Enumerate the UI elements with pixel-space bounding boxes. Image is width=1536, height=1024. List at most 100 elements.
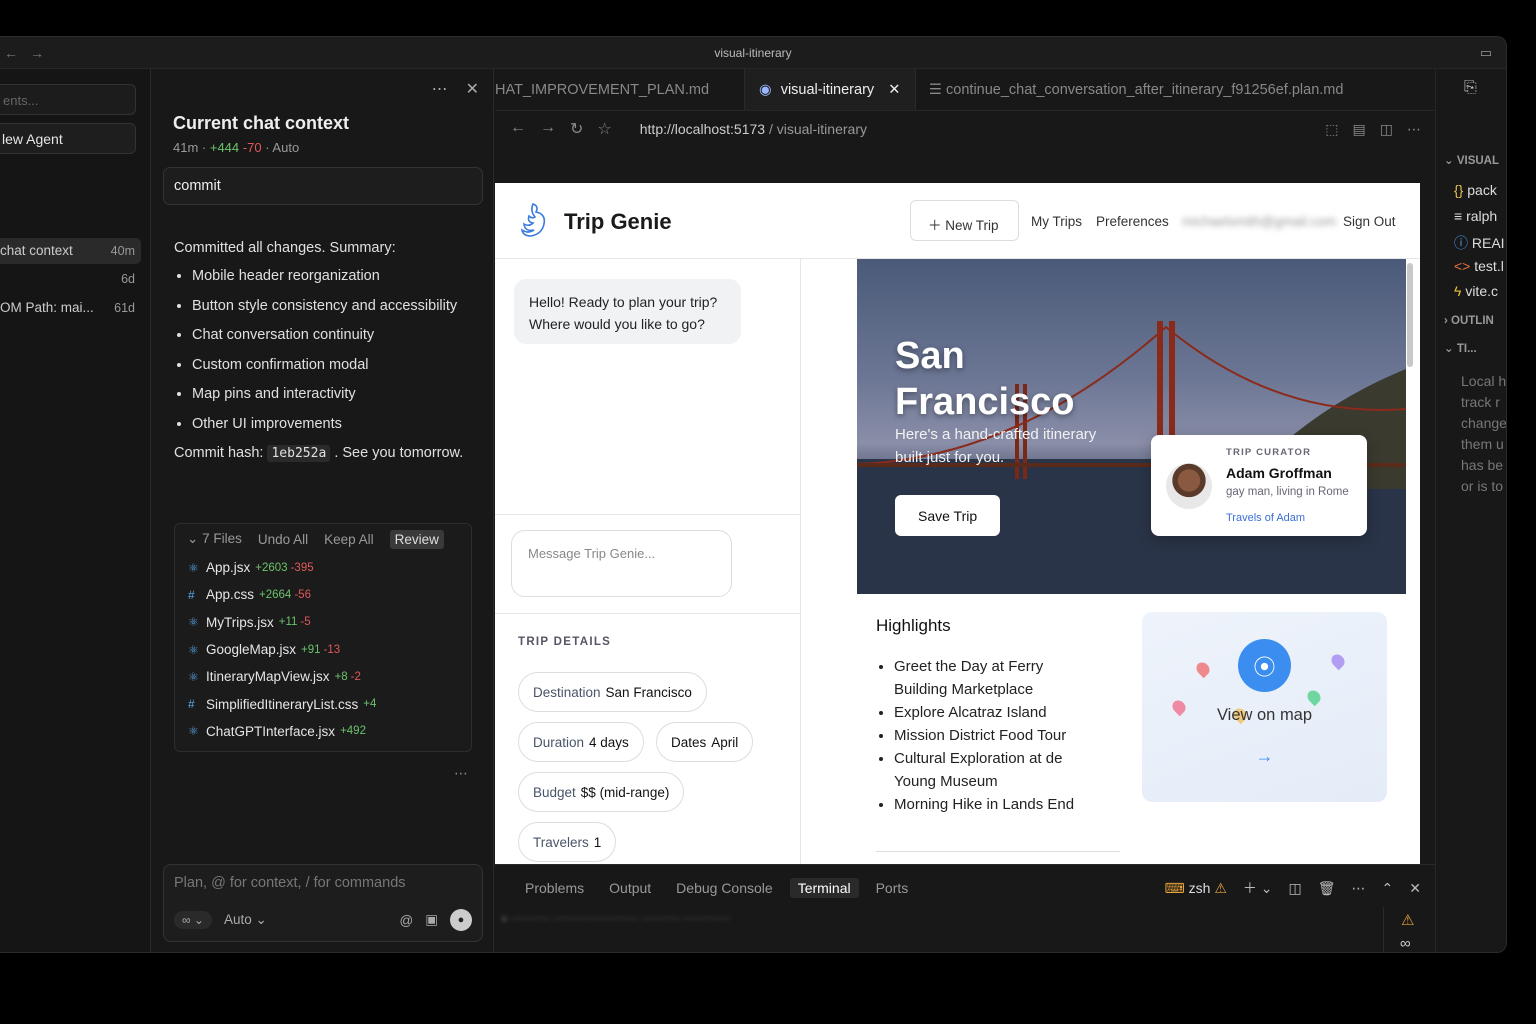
scrollbar[interactable] — [1407, 263, 1413, 367]
message-more-icon[interactable]: ⋯ — [454, 765, 468, 782]
file-item-vite[interactable]: ϟ vite.c — [1454, 283, 1498, 299]
undo-all-button[interactable]: Undo All — [258, 532, 308, 547]
tab-visual-itinerary[interactable]: ◉ visual-itinerary ✕ — [744, 69, 916, 110]
file-row[interactable]: ⚛ App.jsx +2603 -395 — [175, 554, 471, 581]
assistant-response: Committed all changes. Summary: Mobile h… — [174, 237, 474, 465]
terminal-shell[interactable]: ⌨ zsh ⚠ — [1165, 880, 1227, 897]
file-row[interactable]: ⚛ ChatGPTInterface.jsx +492 — [175, 718, 471, 745]
tab-problems[interactable]: Problems — [517, 878, 592, 898]
bookmark-star-icon[interactable]: ☆ — [597, 119, 611, 139]
file-row[interactable]: # App.css +2664 -56 — [175, 581, 471, 608]
infinity-icon[interactable]: ∞ — [1400, 935, 1411, 952]
file-item-readme[interactable]: ⓘ REAI — [1454, 233, 1505, 253]
chat-composer[interactable]: Plan, @ for context, / for commands ∞ ⌄ … — [163, 864, 483, 942]
chat-title: Current chat context — [173, 113, 350, 133]
console-icon[interactable]: ▤ — [1353, 121, 1366, 138]
hero-title: San Francisco — [895, 335, 1075, 423]
explorer-section-visual[interactable]: ⌄ VISUAL — [1444, 153, 1499, 167]
agent-item-dom-path[interactable]: OM Path: mai... 61d — [0, 295, 141, 321]
my-trips-link[interactable]: My Trips — [1031, 214, 1082, 229]
agent-item[interactable]: 6d — [0, 266, 141, 292]
mode-select[interactable]: Auto ⌄ — [224, 912, 267, 928]
agents-search-input[interactable]: ents... — [0, 84, 136, 115]
file-row[interactable]: ⚛ MyTrips.jsx +11 -5 — [175, 609, 471, 636]
react-icon: ⚛ — [188, 615, 199, 630]
curator-card[interactable]: TRIP CURATOR Adam Groffman gay man, livi… — [1151, 435, 1367, 536]
preferences-link[interactable]: Preferences — [1096, 214, 1169, 229]
tab-improvement-plan[interactable]: HAT_IMPROVEMENT_PLAN.md — [495, 69, 743, 110]
inspect-icon[interactable]: ⬚ — [1325, 121, 1338, 138]
globe-icon: ◉ — [759, 82, 772, 98]
avatar — [1166, 463, 1212, 509]
file-item-package[interactable]: {} pack — [1454, 182, 1497, 198]
url-bar[interactable]: http://localhost:5173 / visual-itinerary — [640, 121, 867, 137]
tab-continue-chat-plan[interactable]: ☰ continue_chat_conversation_after_itine… — [929, 69, 1429, 110]
curator-link[interactable]: Travels of Adam — [1226, 512, 1305, 524]
trash-icon[interactable]: 🗑 — [1318, 880, 1336, 897]
back-arrow-icon[interactable]: ← — [4, 45, 18, 61]
at-mention-icon[interactable]: @ — [400, 913, 414, 928]
microphone-icon[interactable]: ● — [450, 909, 472, 931]
agents-sidebar: ents... lew Agent chat context 40m 6d OM… — [0, 69, 151, 952]
detail-chip-budget[interactable]: Budget $$ (mid-range) — [518, 772, 685, 812]
agent-item-chat-context[interactable]: chat context 40m — [0, 238, 141, 264]
warning-icon[interactable]: ⚠ — [1401, 911, 1414, 929]
close-panel-icon[interactable]: ✕ — [1409, 880, 1421, 897]
file-item-test[interactable]: <> test.l — [1454, 258, 1504, 274]
forward-arrow-icon[interactable]: → — [30, 45, 44, 61]
history-nav: ← → — [4, 45, 44, 61]
tab-ports[interactable]: Ports — [868, 878, 917, 898]
user-message[interactable]: commit — [163, 167, 483, 205]
browser-forward-icon[interactable]: → — [540, 119, 556, 139]
outline-section[interactable]: › OUTLIN — [1444, 315, 1494, 327]
message-input[interactable]: Message Trip Genie... — [511, 530, 732, 597]
file-row[interactable]: # SimplifiedItineraryList.css +4 — [175, 690, 471, 717]
view-on-map-card[interactable]: ⦿ View on map → — [1142, 612, 1387, 802]
new-agent-button[interactable]: lew Agent — [0, 123, 136, 154]
split-view-icon[interactable]: ◫ — [1380, 121, 1393, 138]
detail-chip-travelers[interactable]: Travelers 1 — [518, 822, 617, 862]
file-row[interactable]: ⚛ ItineraryMapView.jsx +8 -2 — [175, 663, 471, 690]
file-item-ralph[interactable]: ≡ ralph — [1454, 208, 1497, 224]
maximize-panel-icon[interactable]: ⌃ — [1382, 880, 1394, 897]
file-row[interactable]: ⚛ GoogleMap.jsx +91 -13 — [175, 636, 471, 663]
keep-all-button[interactable]: Keep All — [324, 532, 374, 547]
save-trip-button[interactable]: Save Trip — [895, 495, 1000, 536]
sign-out-link[interactable]: Sign Out — [1343, 214, 1396, 229]
editor-tabs: HAT_IMPROVEMENT_PLAN.md ◉ visual-itinera… — [495, 69, 1435, 111]
layout-toggle-icon[interactable]: ▭ — [1480, 45, 1492, 61]
panel-more-icon[interactable]: ⋯ — [1352, 880, 1366, 897]
tab-output[interactable]: Output — [601, 878, 659, 898]
new-trip-button[interactable]: ＋ New Trip — [910, 200, 1019, 241]
close-icon[interactable]: ✕ — [466, 79, 479, 99]
arrow-right-icon: → — [1255, 746, 1274, 766]
infinity-mode-toggle[interactable]: ∞ ⌄ — [174, 911, 212, 929]
tab-debug-console[interactable]: Debug Console — [668, 878, 781, 898]
tab-close-icon[interactable]: ✕ — [888, 82, 900, 98]
tab-terminal[interactable]: Terminal — [789, 878, 859, 898]
detail-chip-duration[interactable]: Duration 4 days — [518, 722, 644, 762]
timeline-section[interactable]: ⌄ TI... — [1444, 341, 1477, 355]
window-title: visual-itinerary — [714, 45, 792, 60]
composer-input[interactable]: Plan, @ for context, / for commands — [174, 875, 406, 891]
summary-bullet: Chat conversation continuity — [192, 324, 474, 346]
image-icon[interactable]: ▣ — [425, 912, 438, 928]
user-email: michaelsmith@gmail.com — [1182, 214, 1336, 229]
browser-back-icon[interactable]: ← — [510, 119, 526, 139]
commit-hash: 1eb252a — [267, 445, 331, 462]
map-pin-icon — [1328, 651, 1348, 671]
more-options-icon[interactable]: ⋯ — [432, 79, 448, 99]
detail-chip-destination[interactable]: Destination San Francisco — [518, 672, 707, 712]
files-toggle[interactable]: ⌄ 7 Files — [187, 531, 242, 547]
explorer-sidebar: ⎘ ⌄ VISUAL {} pack ≡ ralph ⓘ REAI <> tes… — [1435, 69, 1506, 952]
copy-icon[interactable]: ⎘ — [1464, 79, 1477, 97]
reload-icon[interactable]: ↻ — [570, 119, 583, 139]
review-button[interactable]: Review — [389, 529, 444, 549]
split-terminal-icon[interactable]: ◫ — [1289, 880, 1302, 897]
chat-meta: 41m · +444 -70 · Auto — [173, 140, 300, 155]
browser-more-icon[interactable]: ⋯ — [1407, 121, 1421, 138]
new-terminal-icon[interactable]: ＋ ⌄ — [1243, 878, 1273, 898]
highlights-list: Greet the Day at Ferry Building Marketpl… — [894, 655, 1094, 816]
detail-chip-dates[interactable]: Dates April — [656, 722, 754, 762]
genie-logo-icon — [520, 203, 546, 237]
